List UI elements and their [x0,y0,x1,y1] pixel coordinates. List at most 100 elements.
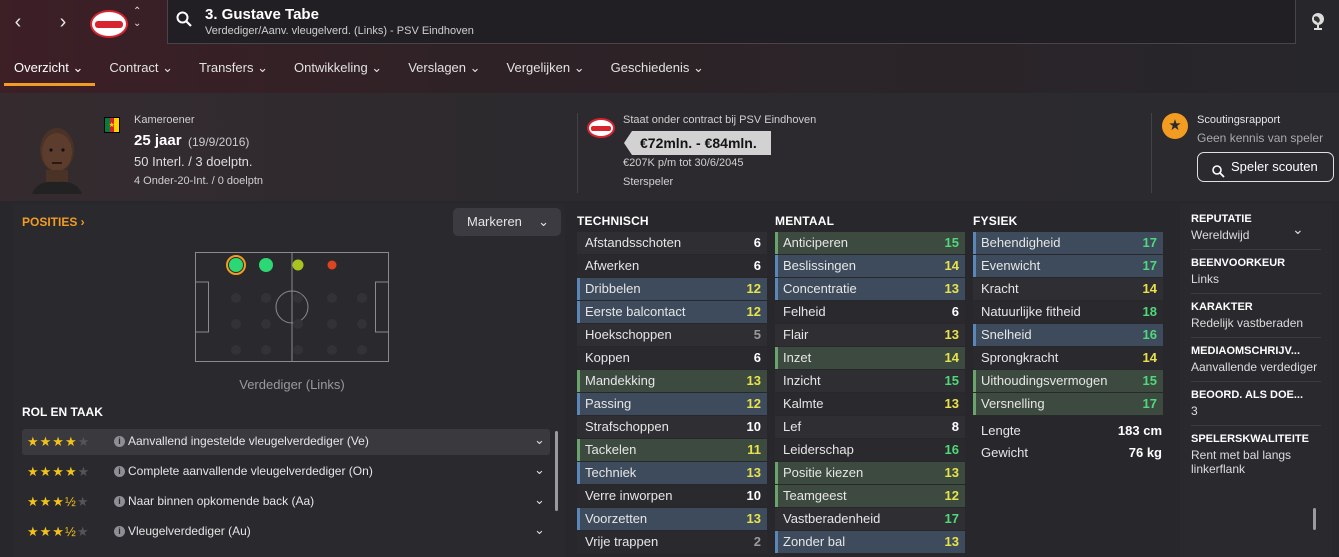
tab-geschiedenis[interactable]: Geschiedenis ⌄ [597,58,716,88]
attribute-row[interactable]: Evenwicht 17 [973,255,1163,277]
attribute-row[interactable]: Vastberadenheid 17 [775,508,965,530]
attribute-row[interactable]: Positie kiezen 13 [775,462,965,484]
back-arrow-icon[interactable]: ‹ [6,10,30,34]
tab-contract[interactable]: Contract ⌄ [95,58,185,88]
scrollbar[interactable] [555,431,558,511]
role-name: Naar binnen opkomende back (Aa) [128,494,315,508]
role-stars: ★★★★★ [27,464,91,479]
attribute-row[interactable]: Beslissingen 14 [775,255,965,277]
role-row[interactable]: ★★★½★ i Naar binnen opkomende back (Aa) ⌄ [22,489,550,515]
attribute-name: Kracht [981,281,1019,296]
attribute-row[interactable]: Vrije trappen 2 [577,531,767,553]
club-switch-icon[interactable]: ⌃ ⌄ [133,6,141,30]
player-subtitle: Verdediger/Aanv. vleugelverd. (Links) - … [205,25,474,37]
tab-vergelijken[interactable]: Vergelijken ⌄ [493,58,597,88]
attribute-row[interactable]: Afstandsschoten 6 [577,232,767,254]
attribute-value: 14 [1142,281,1157,296]
info-icon[interactable]: i [114,526,125,537]
attribute-row[interactable]: Mandekking 13 [577,370,767,392]
attribute-row[interactable]: Eerste balcontact 12 [577,301,767,323]
tab-ontwikkeling[interactable]: Ontwikkeling ⌄ [280,58,394,88]
attribute-row[interactable]: Concentratie 13 [775,278,965,300]
attribute-row[interactable]: Dribbelen 12 [577,278,767,300]
attribute-name: Voorzetten [585,511,648,526]
attribute-name: Evenwicht [981,258,1041,273]
info-title: SPELERSKWALITEITE [1191,433,1309,445]
attribute-value: 14 [944,258,959,273]
forward-arrow-icon[interactable]: › [51,10,75,34]
tab-overzicht[interactable]: Overzicht ⌄ [0,58,96,88]
globe-icon[interactable] [1310,12,1326,30]
role-row[interactable]: ★★★★★ i Complete aanvallende vleugelverded… [22,459,550,485]
info-icon[interactable]: i [114,466,125,477]
attribute-value: 2 [753,534,761,549]
attribute-row[interactable]: Anticiperen 15 [775,232,965,254]
info-value: Links [1191,272,1220,286]
attribute-row[interactable]: Inzicht 15 [775,370,965,392]
attribute-row[interactable]: Tackelen 11 [577,439,767,461]
transfer-value-tag[interactable]: €72mln. - €84mln. [624,131,771,155]
attribute-row[interactable]: Teamgeest 12 [775,485,965,507]
attribute-name: Leiderschap [783,442,854,457]
search-icon [1212,160,1225,187]
chevron-down-icon[interactable]: ⌄ [1292,221,1304,238]
attribute-row[interactable]: Kracht 14 [973,278,1163,300]
attribute-row[interactable]: Verre inworpen 10 [577,485,767,507]
attribute-value: 6 [753,350,761,365]
attribute-value: 17 [1142,396,1157,411]
attribute-row[interactable]: Kalmte 13 [775,393,965,415]
attribute-row[interactable]: Leiderschap 16 [775,439,965,461]
attribute-row[interactable]: Hoekschoppen 5 [577,324,767,346]
attribute-row[interactable]: Sprongkracht 14 [973,347,1163,369]
attribute-row[interactable]: Zonder bal 13 [775,531,965,553]
chevron-down-icon[interactable]: ⌄ [534,432,545,448]
info-block: MEDIAOMSCHRIJV... Aanvallende verdediger [1191,337,1321,374]
role-row[interactable]: ★★★★★ i Aanvallend ingestelde vleugelverde… [22,429,550,455]
info-icon[interactable]: i [114,436,125,447]
tab-transfers[interactable]: Transfers ⌄ [185,58,280,88]
attribute-row[interactable]: Versnelling 17 [973,393,1163,415]
attribute-row[interactable]: Koppen 6 [577,347,767,369]
player-search-bar[interactable]: 3. Gustave Tabe Verdediger/Aanv. vleugel… [167,0,1296,44]
chevron-down-icon[interactable]: ⌄ [534,462,545,478]
technical-title: TECHNISCH [577,214,649,228]
info-list: REPUTATIE Wereldwijd BEENVOORKEUR Links KARA… [1191,213,1321,476]
attribute-name: Strafschoppen [585,419,669,434]
attribute-value: 11 [747,442,761,457]
positions-title[interactable]: POSITIES › [22,215,85,229]
search-icon[interactable] [176,11,192,27]
attribute-name: Inzet [783,350,812,365]
mark-button[interactable]: Markeren ⌄ [453,208,561,236]
attribute-row[interactable]: Lef 8 [775,416,965,438]
weight-label: Gewicht [981,445,1028,460]
attribute-row[interactable]: Afwerken 6 [577,255,767,277]
attribute-name: Anticiperen [783,235,849,250]
attribute-row[interactable]: Voorzetten 13 [577,508,767,530]
info-icon[interactable]: i [114,496,125,507]
tab-verslagen[interactable]: Verslagen ⌄ [394,58,492,88]
chevron-down-icon[interactable]: ⌄ [534,522,545,538]
attribute-row[interactable]: Strafschoppen 10 [577,416,767,438]
attribute-row[interactable]: Inzet 14 [775,347,965,369]
attribute-row[interactable]: Passing 12 [577,393,767,415]
info-value: 3 [1191,404,1198,418]
scout-player-button[interactable]: Speler scouten [1197,152,1334,182]
contract-club-badge-icon [587,118,615,138]
attribute-row[interactable]: Snelheid 16 [973,324,1163,346]
attribute-value: 6 [753,235,761,250]
attribute-row[interactable]: Behendigheid 17 [973,232,1163,254]
attribute-value: 13 [746,511,761,526]
scrollbar[interactable] [1313,508,1316,530]
attribute-name: Felheid [783,304,826,319]
attribute-name: Dribbelen [585,281,641,296]
attribute-row[interactable]: Techniek 13 [577,462,767,484]
attribute-row[interactable]: Felheid 6 [775,301,965,323]
attribute-row[interactable]: Flair 13 [775,324,965,346]
attribute-row[interactable]: Uithoudingsvermogen 15 [973,370,1163,392]
attribute-value: 10 [746,488,761,503]
chevron-down-icon[interactable]: ⌄ [534,492,545,508]
attribute-row[interactable]: Natuurlijke fitheid 18 [973,301,1163,323]
club-badge-icon[interactable] [90,10,128,38]
role-row[interactable]: ★★★½★ i Vleugelverdediger (Au) ⌄ [22,519,550,545]
info-block: KARAKTER Redelijk vastberaden [1191,293,1321,330]
